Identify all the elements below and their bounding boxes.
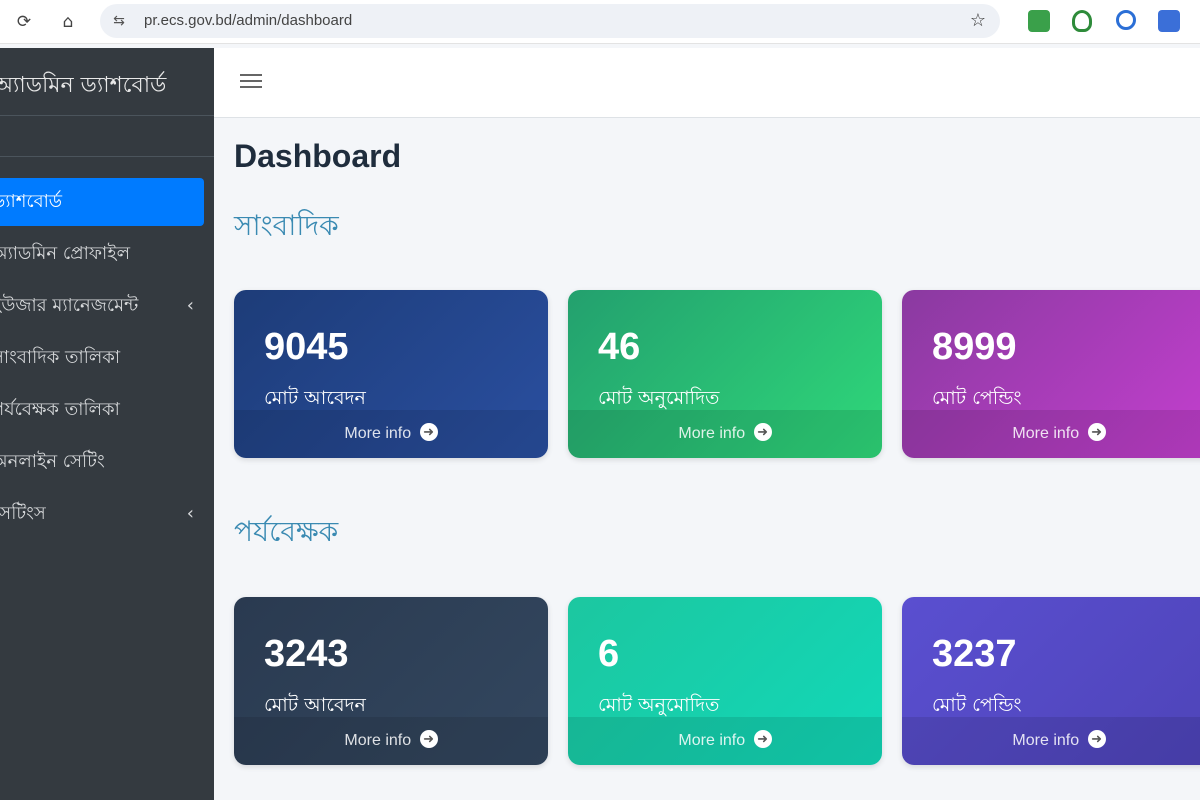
hamburger-icon[interactable]	[240, 70, 262, 92]
stat-value: 3243	[264, 633, 349, 675]
sidebar-item-label: ইউজার ম্যানেজমেন্ট	[0, 295, 139, 316]
more-info-link[interactable]: More info ➜	[568, 717, 882, 765]
more-info-label: More info	[1012, 732, 1080, 749]
arrow-right-circle-icon: ➜	[419, 729, 438, 748]
home-icon[interactable]: ⌂	[54, 8, 82, 36]
stat-value: 46	[598, 326, 641, 368]
sidebar-item-label: অ্যাডমিন প্রোফাইল	[0, 243, 130, 264]
vpn-icon[interactable]	[1116, 10, 1136, 30]
arrow-right-circle-icon: ➜	[753, 729, 772, 748]
section-title-journalist: সাংবাদিক	[234, 209, 339, 242]
address-bar[interactable]: ⇆ pr.ecs.gov.bd/admin/dashboard ☆	[100, 4, 1000, 38]
stat-card-total-approved: 46 মোট অনুমোদিত More info ➜	[568, 290, 882, 458]
more-info-link[interactable]: More info ➜	[902, 717, 1200, 765]
sidebar-item-label: পর্যবেক্ষক তালিকা	[0, 399, 120, 420]
stat-card-total-pending: 8999 মোট পেন্ডিং More info ➜	[902, 290, 1200, 458]
sidebar-item-label: অনলাইন সেটিং	[0, 451, 105, 472]
arrow-right-circle-icon: ➜	[419, 422, 438, 441]
stat-value: 8999	[932, 326, 1017, 368]
chevron-left-icon: ‹	[186, 295, 194, 316]
sidebar-item-user-management[interactable]: ইউজার ম্যানেজমেন্ট ‹	[0, 284, 204, 328]
more-info-label: More info	[1012, 425, 1080, 442]
page-title: Dashboard	[234, 138, 402, 174]
shield-icon[interactable]	[1072, 10, 1092, 32]
star-icon[interactable]: ☆	[970, 10, 986, 31]
top-navbar	[214, 48, 1200, 118]
sidebar-item-label: ড্যাশবোর্ড	[0, 191, 63, 212]
stat-value: 9045	[264, 326, 349, 368]
more-info-label: More info	[344, 425, 412, 442]
brand-title: অ্যাডমিন ড্যাশবোর্ড	[0, 73, 167, 98]
section-title-observer: পর্যবেক্ষক	[234, 515, 339, 548]
more-info-label: More info	[344, 732, 412, 749]
stat-card-total-pending: 3237 মোট পেন্ডিং More info ➜	[902, 597, 1200, 765]
translate-icon[interactable]	[1158, 10, 1180, 32]
stat-card-total-applications: 9045 মোট আবেদন More info ➜	[234, 290, 548, 458]
url-text: pr.ecs.gov.bd/admin/dashboard	[144, 12, 353, 29]
sidebar-item-label: সেটিংস	[0, 503, 46, 524]
stat-card-total-applications: 3243 মোট আবেদন More info ➜	[234, 597, 548, 765]
more-info-link[interactable]: More info ➜	[234, 410, 548, 458]
sidebar-item-observer-list[interactable]: পর্যবেক্ষক তালিকা	[0, 388, 204, 432]
sidebar-item-settings[interactable]: সেটিংস ‹	[0, 492, 204, 536]
chevron-left-icon: ‹	[186, 503, 194, 524]
more-info-link[interactable]: More info ➜	[902, 410, 1200, 458]
stat-value: 3237	[932, 633, 1017, 675]
tune-icon[interactable]: ⇆	[110, 12, 128, 30]
reload-icon[interactable]: ⟳	[10, 8, 38, 36]
more-info-label: More info	[678, 732, 746, 749]
sidebar-divider	[0, 156, 214, 157]
arrow-right-circle-icon: ➜	[1087, 422, 1106, 441]
arrow-right-circle-icon: ➜	[753, 422, 772, 441]
extension-icon[interactable]	[1028, 10, 1050, 32]
brand[interactable]: অ্যাডমিন ড্যাশবোর্ড	[0, 48, 214, 116]
more-info-label: More info	[678, 425, 746, 442]
arrow-right-circle-icon: ➜	[1087, 729, 1106, 748]
browser-toolbar: ⟳ ⌂ ⇆ pr.ecs.gov.bd/admin/dashboard ☆	[0, 0, 1200, 44]
more-info-link[interactable]: More info ➜	[568, 410, 882, 458]
sidebar-item-admin-profile[interactable]: অ্যাডমিন প্রোফাইল	[0, 232, 204, 276]
stat-value: 6	[598, 633, 620, 675]
stat-card-total-approved: 6 মোট অনুমোদিত More info ➜	[568, 597, 882, 765]
sidebar-item-label: সাংবাদিক তালিকা	[0, 347, 121, 368]
more-info-link[interactable]: More info ➜	[234, 717, 548, 765]
sidebar-item-online-setting[interactable]: অনলাইন সেটিং	[0, 440, 204, 484]
sidebar-item-journalist-list[interactable]: সাংবাদিক তালিকা	[0, 336, 204, 380]
sidebar: অ্যাডমিন ড্যাশবোর্ড ড্যাশবোর্ড অ্যাডমিন …	[0, 48, 214, 800]
sidebar-item-dashboard[interactable]: ড্যাশবোর্ড	[0, 178, 204, 226]
